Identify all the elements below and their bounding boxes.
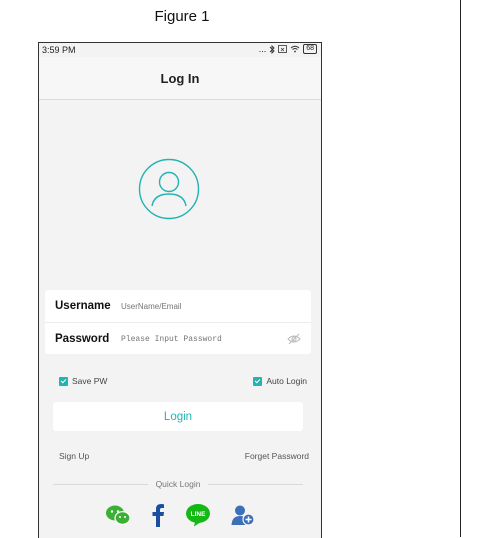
line-icon-badge: LINE [191, 511, 206, 518]
username-label: Username [55, 300, 111, 312]
battery-indicator: 68 [303, 44, 317, 54]
password-label: Password [55, 333, 110, 345]
quick-login-label: Quick Login [155, 479, 201, 489]
login-button[interactable]: Login [53, 402, 303, 431]
quick-login-icons: LINE [105, 502, 255, 528]
login-form: Username Password [45, 290, 311, 354]
save-pw-label: Save PW [72, 376, 108, 386]
auto-login-label: Auto Login [266, 376, 307, 386]
username-input[interactable] [121, 301, 311, 311]
sign-up-link[interactable]: Sign Up [59, 451, 89, 461]
forget-password-link[interactable]: Forget Password [245, 451, 309, 461]
wifi-icon [290, 45, 300, 53]
wechat-icon[interactable] [105, 504, 131, 526]
password-row: Password [45, 322, 311, 355]
divider-line-right [208, 483, 304, 485]
facebook-icon[interactable] [151, 503, 165, 527]
status-time: 3:59 PM [42, 45, 76, 55]
avatar-icon [138, 158, 200, 220]
password-input[interactable] [121, 334, 311, 344]
auto-login-checkbox[interactable] [253, 376, 263, 386]
phone-screen: 3:59 PM ... 68 Log In Username Password [38, 42, 322, 538]
eye-icon[interactable] [287, 332, 301, 346]
page-title: Log In [160, 70, 200, 86]
status-icons: ... 68 [259, 44, 317, 54]
line-icon[interactable]: LINE [185, 503, 211, 527]
more-dots: ... [258, 44, 267, 54]
auto-login-option[interactable]: Auto Login [253, 376, 307, 386]
add-contact-icon[interactable] [231, 504, 255, 526]
save-pw-option[interactable]: Save PW [59, 376, 107, 386]
save-pw-checkbox[interactable] [59, 376, 68, 386]
divider-line [460, 0, 461, 537]
divider-line-left [53, 483, 148, 485]
title-bar: Log In [39, 57, 321, 100]
quick-login-divider: Quick Login [53, 479, 304, 489]
figure-caption: Figure 1 [154, 8, 210, 25]
status-bar: 3:59 PM ... 68 [39, 43, 321, 57]
sim-icon [278, 45, 288, 53]
bluetooth-icon [269, 44, 275, 54]
username-row: Username [45, 290, 311, 322]
